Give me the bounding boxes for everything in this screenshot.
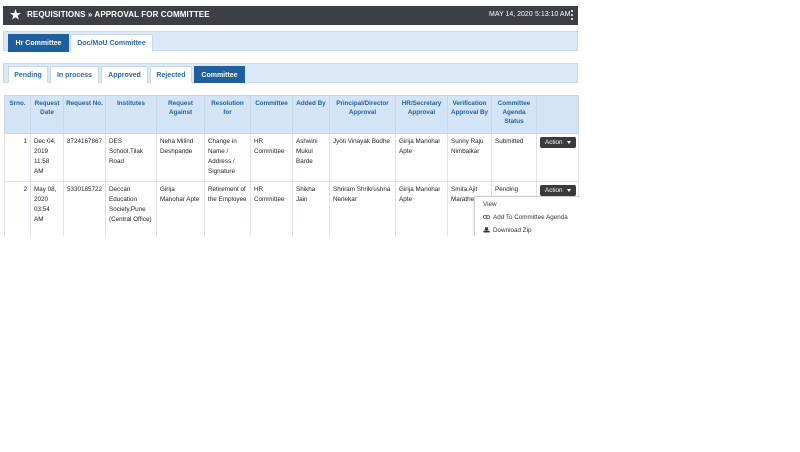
tab-rejected[interactable]: Rejected (150, 66, 192, 83)
cell-resolution: Retirement of the Employee (204, 181, 251, 236)
app-frame: REQUISITIONS » APPROVAL FOR COMMITTEE MA… (0, 0, 580, 236)
cell-request-against: Neha Milind Deshpande (156, 133, 205, 182)
cell-hr-approval: Girija Manohar Apte (395, 181, 448, 236)
tab-doc-mou-committee[interactable]: Doc/MoU Committee (70, 34, 153, 52)
column-header: Principal/Director Approval (329, 95, 396, 134)
menu-item-label: Download Zip (493, 227, 532, 234)
table-header-row: Srno. Request Date Request No. Institute… (4, 95, 579, 134)
tab-hr-committee[interactable]: Hr Committee (8, 34, 69, 52)
caret-down-icon (566, 140, 571, 144)
column-header: Srno. (4, 95, 31, 134)
menu-item-view[interactable]: View (483, 200, 497, 210)
tab-approved[interactable]: Approved (101, 66, 148, 83)
action-button-label: Action (545, 139, 563, 146)
cell-request-no: 8724167867 (63, 133, 106, 182)
cell-added-by: Shikha Jain (292, 181, 330, 236)
more-menu-icon[interactable] (571, 10, 574, 21)
column-header: Committee Agenda Status (491, 95, 537, 134)
eye-icon (483, 215, 490, 220)
cell-request-against: Girija Manohar Apte (156, 181, 205, 236)
column-header: Institutes (105, 95, 157, 134)
column-header: Request Against (156, 95, 205, 134)
cell-agenda-status: Submitted (491, 133, 537, 182)
download-icon (483, 227, 490, 233)
cell-verification: Sunny Raju Nimbalkar (447, 133, 492, 182)
column-header: Verification Approval By (447, 95, 492, 134)
star-icon (10, 9, 21, 20)
cell-request-date: Dec 04, 2019 11:58 AM (30, 133, 64, 182)
cell-committee: HR Committee (250, 133, 293, 182)
cell-request-no: 5330185722 (63, 181, 106, 236)
action-button[interactable]: Action (540, 137, 576, 148)
cell-hr-approval: Girija Manohar Apte (395, 133, 448, 182)
column-header: HR/Secretary Approval (395, 95, 448, 134)
column-header: Request No. (63, 95, 106, 134)
cell-srno: 1 (4, 133, 31, 182)
cell-request-date: May 08, 2020 03:54 AM (30, 181, 64, 236)
header-time: 5:13:10 AM (535, 11, 571, 18)
action-dropdown-menu: View Add To Committee Agenda Download Zi… (474, 196, 580, 236)
table-row: 1 Dec 04, 2019 11:58 AM 8724167867 DES S… (4, 133, 579, 182)
cell-institute: Deccan Education Society,Pune (Central O… (105, 181, 157, 236)
page-title: REQUISITIONS » APPROVAL FOR COMMITTEE (27, 10, 210, 19)
tab-pending[interactable]: Pending (8, 66, 48, 83)
cell-added-by: Ashwini Mukul Barde (292, 133, 330, 182)
cell-resolution: Change in Name / Address / Signature (204, 133, 251, 182)
cell-action: Action (536, 133, 579, 182)
column-header: Resolution for (204, 95, 251, 134)
action-button[interactable]: Action (540, 185, 576, 196)
header-date: MAY 14, 2020 (489, 11, 533, 18)
page-header-bar: REQUISITIONS » APPROVAL FOR COMMITTEE MA… (3, 6, 578, 25)
menu-item-download-zip[interactable]: Download Zip (483, 226, 532, 236)
menu-item-label: Add To Committee Agenda (493, 214, 568, 221)
status-tab-bar: Pending In process Approved Rejected Com… (3, 63, 578, 83)
cell-institute: DES School,Tilak Road (105, 133, 157, 182)
column-header: Added By (292, 95, 330, 134)
cell-srno: 2 (4, 181, 31, 236)
menu-item-add-to-agenda[interactable]: Add To Committee Agenda (483, 213, 568, 223)
tab-committee[interactable]: Committee (194, 66, 245, 83)
column-header (536, 95, 579, 134)
cell-principal-approval: Shriram Shrikrushna Nerlekar (329, 181, 396, 236)
cell-committee: HR Committee (250, 181, 293, 236)
action-button-label: Action (545, 187, 563, 194)
tab-in-process[interactable]: In process (50, 66, 99, 83)
cell-principal-approval: Jyoti Vinayak Bodhe (329, 133, 396, 182)
caret-down-icon (566, 188, 571, 192)
column-header: Committee (250, 95, 293, 134)
committee-tab-bar: Hr Committee Doc/MoU Committee (3, 31, 578, 52)
column-header: Request Date (30, 95, 64, 134)
